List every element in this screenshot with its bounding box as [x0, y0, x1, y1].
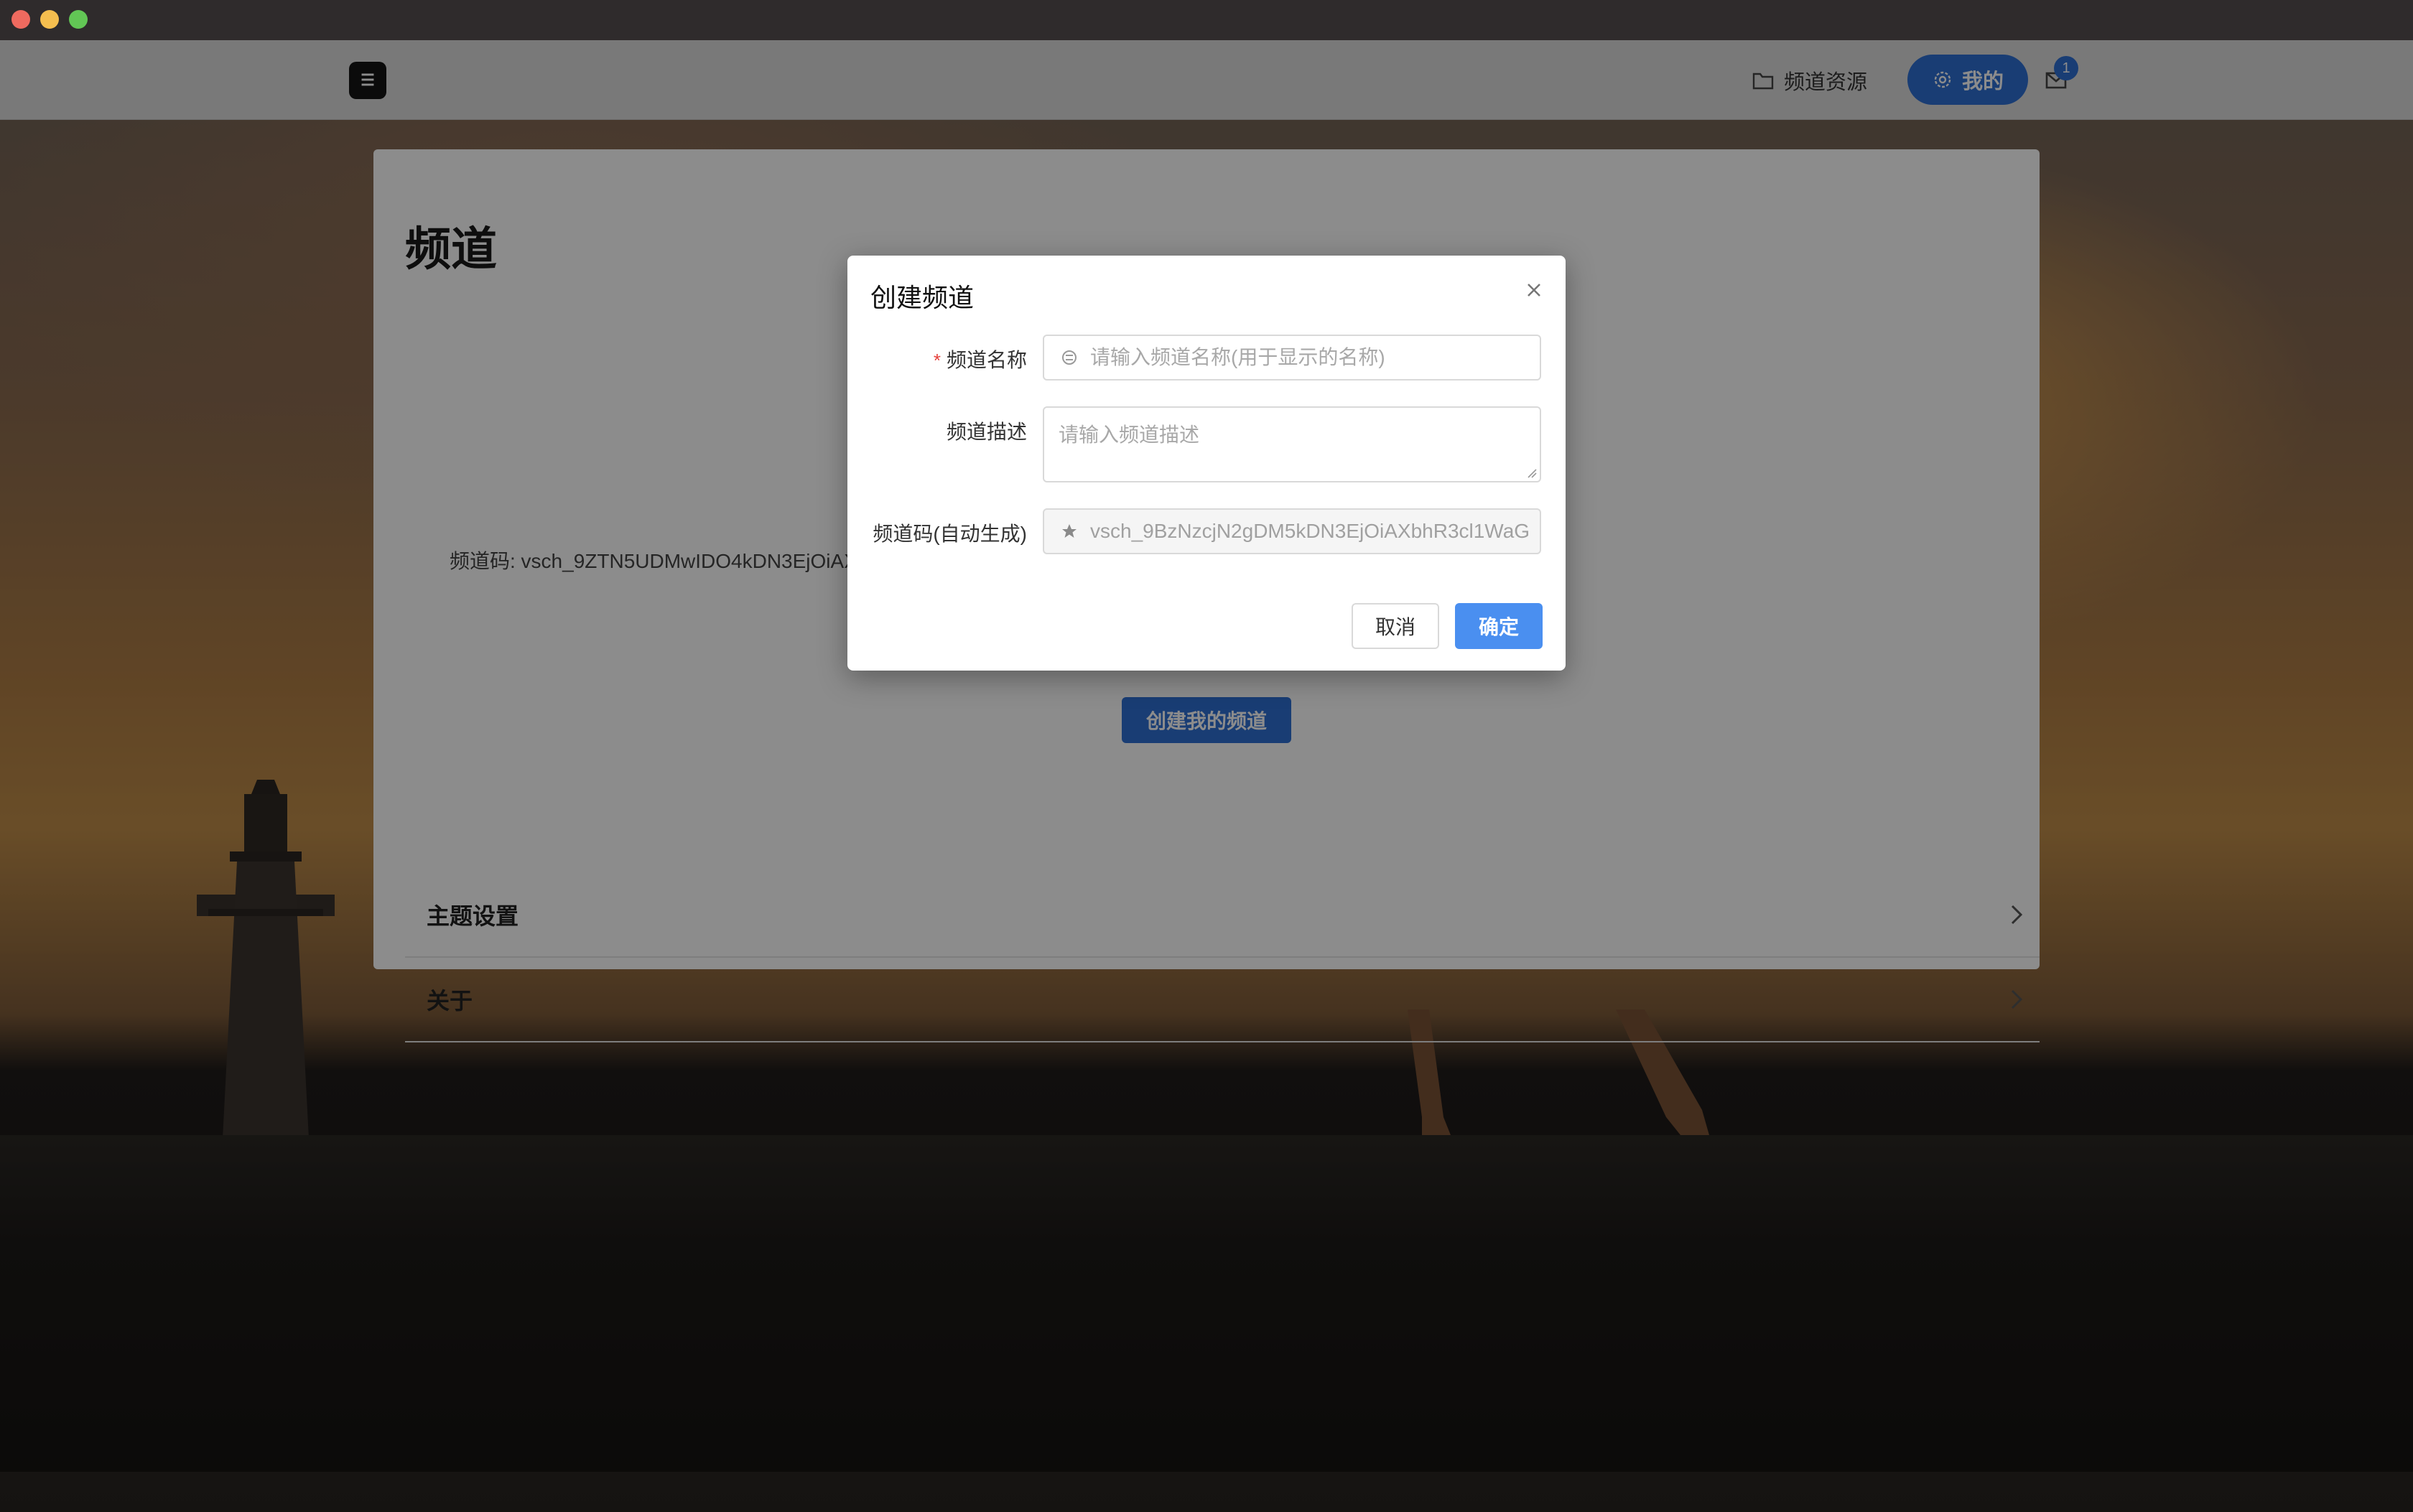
window-titlebar — [0, 0, 2413, 41]
star-icon — [1062, 524, 1077, 538]
channel-code-field[interactable] — [1043, 508, 1541, 554]
confirm-button[interactable]: 确定 — [1455, 603, 1543, 649]
create-channel-dialog: 创建频道 *频道名称 频道描述 频道码(自动生成) 取消 确定 — [847, 256, 1566, 671]
channel-name-input[interactable] — [1089, 345, 1540, 370]
channel-name-label: * 频道名称 — [933, 349, 1027, 371]
window-close-button[interactable] — [11, 10, 30, 29]
channel-code-label: 频道码(自动生成) — [873, 523, 1027, 545]
resize-grip-icon[interactable] — [1527, 468, 1537, 478]
dialog-title: 创建频道 — [870, 283, 975, 312]
close-icon[interactable] — [1521, 277, 1547, 303]
required-asterisk: * — [933, 350, 941, 371]
channel-description-field[interactable] — [1043, 406, 1541, 482]
channel-code-input[interactable] — [1089, 519, 1540, 543]
channel-name-field[interactable] — [1043, 335, 1541, 381]
cancel-button[interactable]: 取消 — [1352, 603, 1439, 649]
window-minimize-button[interactable] — [40, 10, 59, 29]
channel-description-input[interactable] — [1057, 418, 1527, 475]
channel-description-label: 频道描述 — [946, 421, 1027, 443]
window-maximize-button[interactable] — [69, 10, 88, 29]
channel-name-icon — [1062, 350, 1077, 365]
